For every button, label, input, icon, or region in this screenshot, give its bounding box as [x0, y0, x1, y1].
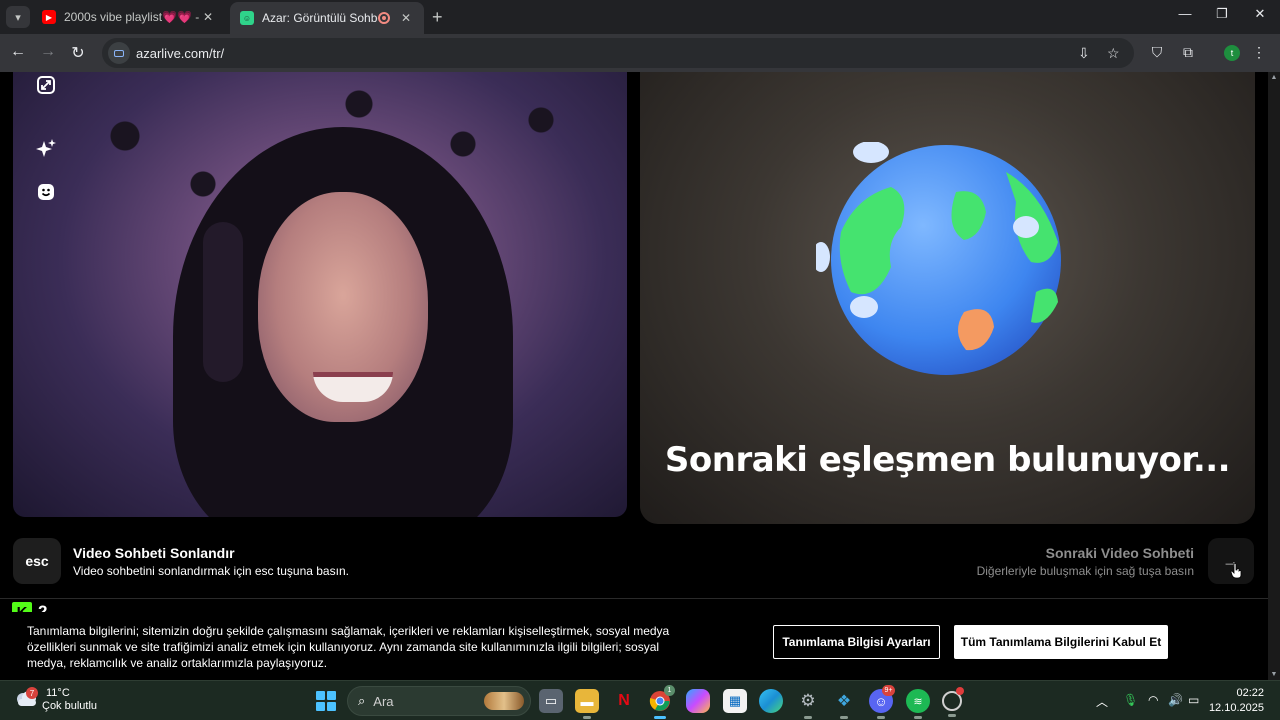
youtube-icon: ▶ [42, 10, 56, 24]
browser-toolbar: ← → ↻ azarlive.com/tr/ ⇩ ☆ ⛉ ⧉ ⋮ [0, 34, 1280, 72]
edge-icon[interactable] [759, 689, 783, 713]
chevron-down-icon: ▾ [15, 11, 21, 24]
settings-gear-icon[interactable]: ⚙ [796, 689, 820, 719]
tab-strip: ▾ ▶ 2000s vibe playlist💗💗 - YouTube ✕ ☺ … [0, 0, 1280, 34]
search-icon: ⌕ [358, 693, 366, 708]
site-info-icon[interactable] [108, 42, 130, 64]
reload-button[interactable]: ↻ [68, 43, 88, 63]
sticker-button[interactable] [26, 172, 66, 212]
cookie-settings-button[interactable]: Tanımlama Bilgisi Ayarları [773, 625, 940, 659]
copilot-icon[interactable] [686, 689, 710, 713]
close-tab-icon[interactable]: ✕ [398, 11, 414, 25]
end-chat-description: Video sohbetini sonlandırmak için esc tu… [73, 564, 349, 578]
shield-extension-icon[interactable]: ⛉ [1148, 44, 1166, 61]
divider [0, 598, 1268, 599]
windows-start-button[interactable] [316, 691, 336, 711]
tab-youtube[interactable]: ▶ 2000s vibe playlist💗💗 - YouTube ✕ [32, 4, 226, 30]
wifi-icon[interactable]: ◠ [1148, 693, 1158, 707]
app-diamond-icon[interactable]: ❖ [832, 689, 856, 719]
install-app-icon[interactable]: ⇩ [1078, 45, 1090, 62]
profile-avatar[interactable]: t [1224, 45, 1240, 61]
address-bar[interactable]: azarlive.com/tr/ ⇩ ☆ [102, 38, 1134, 68]
bookmark-star-icon[interactable]: ☆ [1107, 45, 1120, 62]
smiley-icon [38, 184, 54, 200]
cookie-text: Tanımlama bilgilerini; sitemizin doğru ş… [27, 624, 670, 670]
sparkle-icon [36, 139, 56, 157]
url-text: azarlive.com/tr/ [136, 45, 225, 61]
taskbar-search[interactable]: ⌕ Ara [347, 686, 531, 716]
effects-button[interactable] [26, 129, 66, 169]
kebab-menu-icon[interactable]: ⋮ [1250, 44, 1268, 61]
weather-alert-badge: 7 [26, 687, 38, 699]
file-explorer-icon[interactable]: ▬ [575, 689, 599, 719]
weather-widget[interactable]: 7 11°C Çok bulutlu [14, 686, 97, 712]
maximize-button[interactable]: ❐ [1207, 6, 1237, 22]
close-tab-icon[interactable]: ✕ [200, 10, 216, 24]
battery-icon[interactable]: ▭ [1188, 693, 1199, 707]
tab-title: Azar: Görüntülü Sohbet, Arkadaş [262, 11, 378, 25]
tab-azar[interactable]: ☺ Azar: Görüntülü Sohbet, Arkadaş ✕ [230, 2, 424, 34]
chat-controls: esc Video Sohbeti Sonlandır Video sohbet… [0, 528, 1268, 594]
azar-icon: ☺ [240, 11, 254, 25]
tab-search-button[interactable]: ▾ [6, 6, 30, 28]
mouse-cursor-icon [1230, 563, 1242, 579]
search-highlight-image [484, 692, 524, 710]
discord-badge: 9+ [882, 685, 895, 696]
windows-taskbar: 7 11°C Çok bulutlu ⌕ Ara ▭ ▬ N 1 ▦ ⚙ ❖ ☺… [0, 680, 1280, 720]
local-video-feed [13, 72, 627, 517]
tab-title: 2000s vibe playlist💗💗 - YouTube [64, 10, 200, 24]
recording-icon [378, 12, 390, 24]
weather-condition: Çok bulutlu [42, 700, 98, 712]
task-view-icon[interactable]: ▭ [539, 689, 563, 713]
weather-temp: 11°C [46, 687, 70, 699]
search-placeholder: Ara [373, 693, 394, 709]
scroll-down-icon[interactable]: ▼ [1268, 671, 1280, 678]
new-tab-button[interactable]: + [432, 7, 443, 28]
clock-time: 02:22 [1236, 687, 1264, 699]
azar-page: Sonraki eşleşmen bulunuyor... esc Video … [0, 72, 1268, 680]
minimize-button[interactable]: — [1170, 6, 1200, 21]
cookie-banner: Tanımlama bilgilerini; sitemizin doğru ş… [0, 612, 1268, 680]
netflix-icon[interactable]: N [612, 689, 636, 713]
page-scrollbar[interactable]: ▲ ▼ [1268, 72, 1280, 680]
back-button[interactable]: ← [8, 43, 28, 61]
accept-all-cookies-button[interactable]: Tüm Tanımlama Bilgilerini Kabul Et [954, 625, 1168, 659]
volume-icon[interactable]: 🔊 [1168, 693, 1183, 707]
scroll-up-icon[interactable]: ▲ [1268, 74, 1280, 81]
next-chat-description: Diğerleriyle buluşmak için sağ tuşa bası… [976, 564, 1194, 578]
clock[interactable]: 02:22 12.10.2025 [1209, 686, 1264, 716]
obs-icon[interactable] [942, 687, 964, 717]
globe-icon [812, 141, 1066, 382]
expand-icon [37, 76, 55, 94]
close-window-button[interactable]: ✕ [1245, 6, 1275, 22]
microphone-icon[interactable]: 🎙 [1123, 693, 1138, 707]
remote-video-panel: Sonraki eşleşmen bulunuyor... [640, 72, 1255, 524]
discord-icon[interactable]: ☺ 9+ [869, 685, 895, 719]
spotify-icon[interactable]: ≋ [906, 689, 930, 719]
extensions-puzzle-icon[interactable]: ⧉ [1179, 44, 1197, 61]
store-icon[interactable]: ▦ [723, 689, 747, 713]
chrome-badge: 1 [664, 685, 675, 696]
chrome-icon[interactable]: 1 [648, 685, 675, 719]
end-chat-button[interactable]: esc [13, 538, 61, 584]
next-chat-title: Sonraki Video Sohbeti [1045, 545, 1194, 561]
end-chat-title: Video Sohbeti Sonlandır [73, 545, 235, 561]
forward-button[interactable]: → [38, 43, 58, 61]
cloud-icon: 7 [14, 687, 38, 709]
show-hidden-icons[interactable]: ︿ [1096, 693, 1108, 710]
matching-status-text: Sonraki eşleşmen bulunuyor... [664, 440, 1231, 480]
clock-date: 12.10.2025 [1208, 702, 1264, 714]
